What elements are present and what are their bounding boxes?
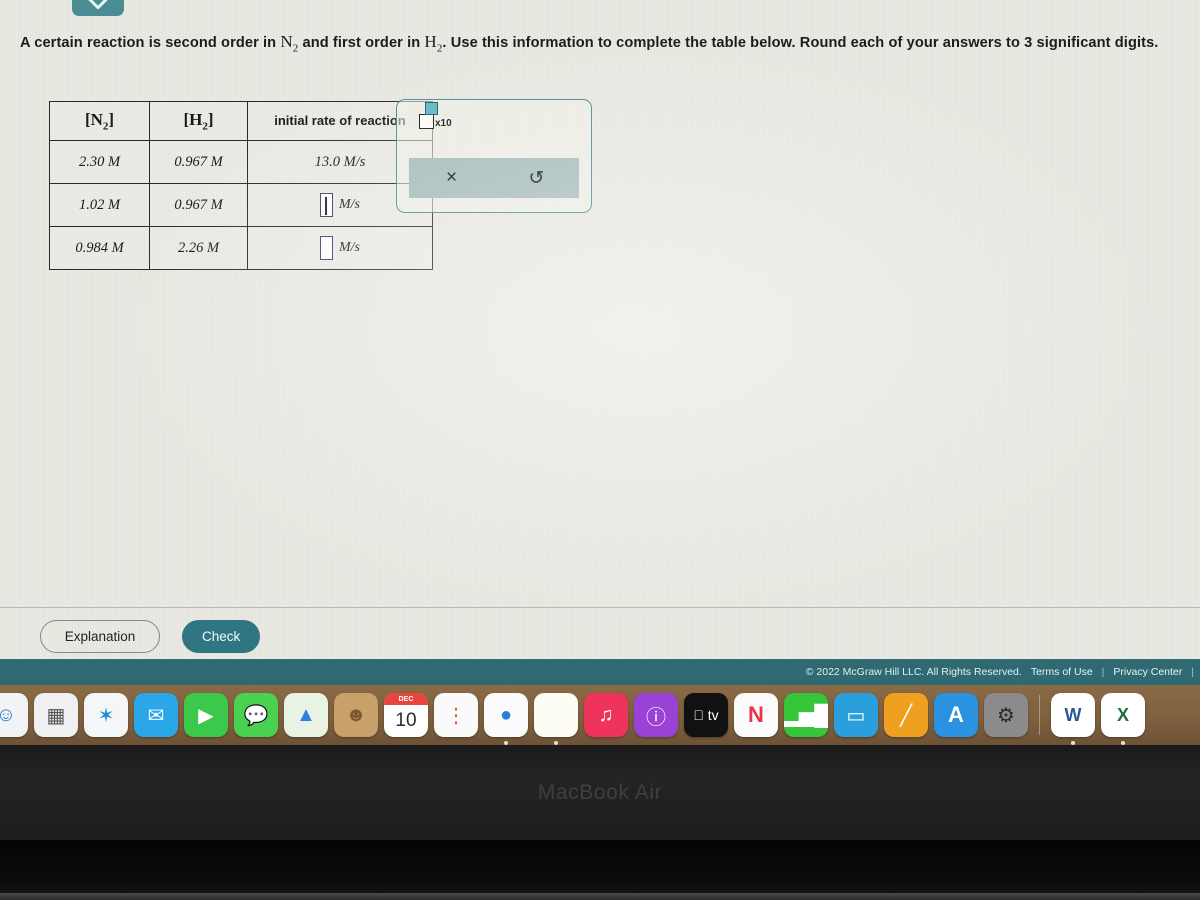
privacy-center-link[interactable]: Privacy Center [1113, 666, 1182, 678]
h2-bracket-label: [H2] [183, 109, 214, 133]
screenshot-root: A certain reaction is second order in N2… [0, 0, 1200, 900]
cell-n2-row3: 0.984 M [49, 226, 150, 270]
dock-icon-music[interactable]: ♫ [584, 693, 628, 737]
scientific-notation-button[interactable]: x10 [419, 114, 452, 129]
table-row: 0.984 M 2.26 M M/s [49, 226, 433, 270]
clear-icon[interactable]: × [409, 167, 494, 189]
cell-h2-row2: 0.967 M [149, 183, 248, 227]
dock-icon-chrome[interactable]: ● [484, 693, 528, 745]
maps-icon: ▲ [296, 703, 316, 726]
exponent-box-icon[interactable] [425, 102, 438, 115]
pages-icon: ╱ [899, 704, 913, 727]
rate-input-row3[interactable] [320, 236, 333, 260]
rate-unit-row3: M/s [339, 240, 360, 255]
launchpad-icon: ▦ [46, 704, 66, 727]
keynote-icon: ▭ [846, 704, 866, 727]
popup-toolbar: × ↺ [409, 158, 579, 198]
undo-icon[interactable]: ↺ [494, 167, 579, 190]
mail-icon: ✉ [147, 704, 165, 727]
dock-icon-numbers[interactable]: ▂▅█ [784, 693, 828, 737]
dock-icon-pages[interactable]: ╱ [884, 693, 928, 737]
dock-icon-apple-tv[interactable]:  tv [684, 693, 728, 737]
macos-dock: ☺ ▦ ✶ ✉ ▶ 💬 ▲ ☻ DEC10 ⋮ ● ♫ ⓘ  tv N ▂▅█ ▭ ╱ A ⚙ W X [0, 685, 1200, 745]
dock-icon-contacts[interactable]: ☻ [334, 693, 378, 737]
news-icon: N [748, 702, 764, 727]
safari-icon: ✶ [97, 704, 115, 727]
explanation-button[interactable]: Explanation [40, 620, 160, 653]
cell-h2-row1: 0.967 M [149, 140, 248, 184]
dock-icon-news[interactable]: N [734, 693, 778, 737]
rate-input-row2[interactable] [320, 193, 333, 217]
music-icon: ♫ [598, 703, 614, 726]
dock-icon-app-store[interactable]: A [934, 693, 978, 737]
collapse-chevron-button[interactable] [72, 0, 124, 16]
footer-separator-2: | [1191, 666, 1194, 678]
finder-icon: ☺ [0, 703, 17, 726]
microsoft-word-icon: W [1064, 704, 1082, 725]
cell-h2-row3: 2.26 M [149, 226, 248, 270]
laptop-base [0, 840, 1200, 900]
numbers-icon: ▂▅█ [784, 704, 828, 727]
dock-icon-keynote[interactable]: ▭ [834, 693, 878, 737]
cell-n2-row1: 2.30 M [49, 140, 150, 184]
species-h2: H2 [424, 32, 443, 55]
n2-bracket-label: [N2] [84, 109, 115, 133]
laptop-bezel: MacBook Air [0, 745, 1200, 840]
page-footer: © 2022 McGraw Hill LLC. All Rights Reser… [0, 659, 1200, 685]
apple-tv-icon:  tv [693, 707, 718, 723]
dock-icon-safari[interactable]: ✶ [84, 693, 128, 737]
table-header-row: [N2] [H2] initial rate of reaction [49, 101, 433, 141]
cell-rate-row3: M/s [247, 226, 433, 270]
dock-icon-calendar[interactable]: DEC 10 [384, 693, 428, 737]
dock-icon-system-preferences[interactable]: ⚙ [984, 693, 1028, 737]
table-row: 2.30 M 0.967 M 13.0 M/s [49, 140, 433, 184]
copyright-text: © 2022 McGraw Hill LLC. All Rights Reser… [805, 666, 1022, 678]
browser-content: A certain reaction is second order in N2… [0, 0, 1200, 685]
dock-icon-facetime[interactable]: ▶ [184, 693, 228, 737]
podcasts-icon: ⓘ [646, 706, 666, 729]
messages-icon: 💬 [243, 704, 269, 727]
mantissa-box-icon [419, 114, 434, 129]
terms-of-use-link[interactable]: Terms of Use [1031, 666, 1093, 678]
dock-icon-podcasts[interactable]: ⓘ [634, 693, 678, 737]
rate-unit-row2: M/s [339, 197, 360, 212]
problem-text-3: . Use this information to complete the t… [442, 35, 1159, 51]
column-header-n2: [N2] [49, 101, 150, 141]
dock-separator [1039, 695, 1040, 735]
scientific-notation-popup: x10 × ↺ [396, 99, 592, 213]
calendar-day-label: 10 [395, 709, 417, 731]
content-divider [0, 607, 1200, 608]
system-preferences-icon: ⚙ [997, 704, 1015, 727]
microsoft-excel-icon: X [1116, 704, 1129, 725]
dock-icon-mail[interactable]: ✉ [134, 693, 178, 737]
app-store-icon: A [948, 702, 964, 727]
dock-icon-messages[interactable]: 💬 [234, 693, 278, 737]
problem-text-1: A certain reaction is second order in [20, 35, 281, 51]
footer-separator-1: | [1101, 666, 1105, 678]
column-header-h2: [H2] [149, 101, 248, 141]
species-n2: N2 [280, 32, 299, 55]
dock-icon-notes[interactable] [534, 693, 578, 745]
dock-icon-launchpad[interactable]: ▦ [34, 693, 78, 737]
chevron-down-icon [88, 0, 108, 10]
cell-n2-row2: 1.02 M [49, 183, 150, 227]
x10-label: x10 [435, 118, 452, 129]
dock-icon-microsoft-excel[interactable]: X [1101, 693, 1145, 745]
check-button[interactable]: Check [182, 620, 261, 653]
dock-icon-maps[interactable]: ▲ [284, 693, 328, 737]
dock-icon-reminders[interactable]: ⋮ [434, 693, 478, 737]
problem-statement: A certain reaction is second order in N2… [20, 27, 1188, 63]
facetime-icon: ▶ [198, 704, 214, 727]
contacts-icon: ☻ [345, 703, 367, 726]
dock-icon-finder[interactable]: ☺ [0, 693, 28, 737]
dock-icon-microsoft-word[interactable]: W [1051, 693, 1095, 745]
problem-text-2: and first order in [298, 35, 425, 51]
table-row: 1.02 M 0.967 M M/s [49, 183, 433, 227]
chrome-icon: ● [499, 703, 513, 726]
reminders-icon: ⋮ [446, 704, 466, 727]
laptop-model-label: MacBook Air [537, 780, 663, 804]
reaction-data-table: [N2] [H2] initial rate of reaction 2.30 … [49, 101, 433, 270]
action-button-row: Explanation Check [40, 620, 261, 653]
